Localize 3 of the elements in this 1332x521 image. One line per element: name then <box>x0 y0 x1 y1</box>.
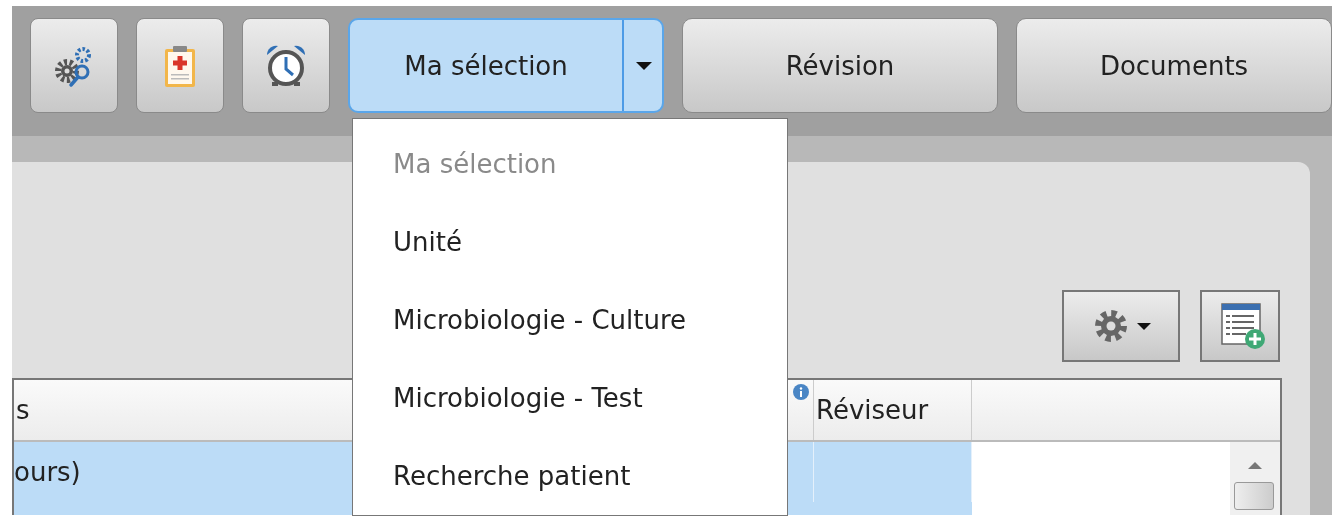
table-cell: ours) <box>14 457 81 487</box>
column-header: Réviseur <box>816 395 929 425</box>
column-header: s <box>16 395 30 425</box>
